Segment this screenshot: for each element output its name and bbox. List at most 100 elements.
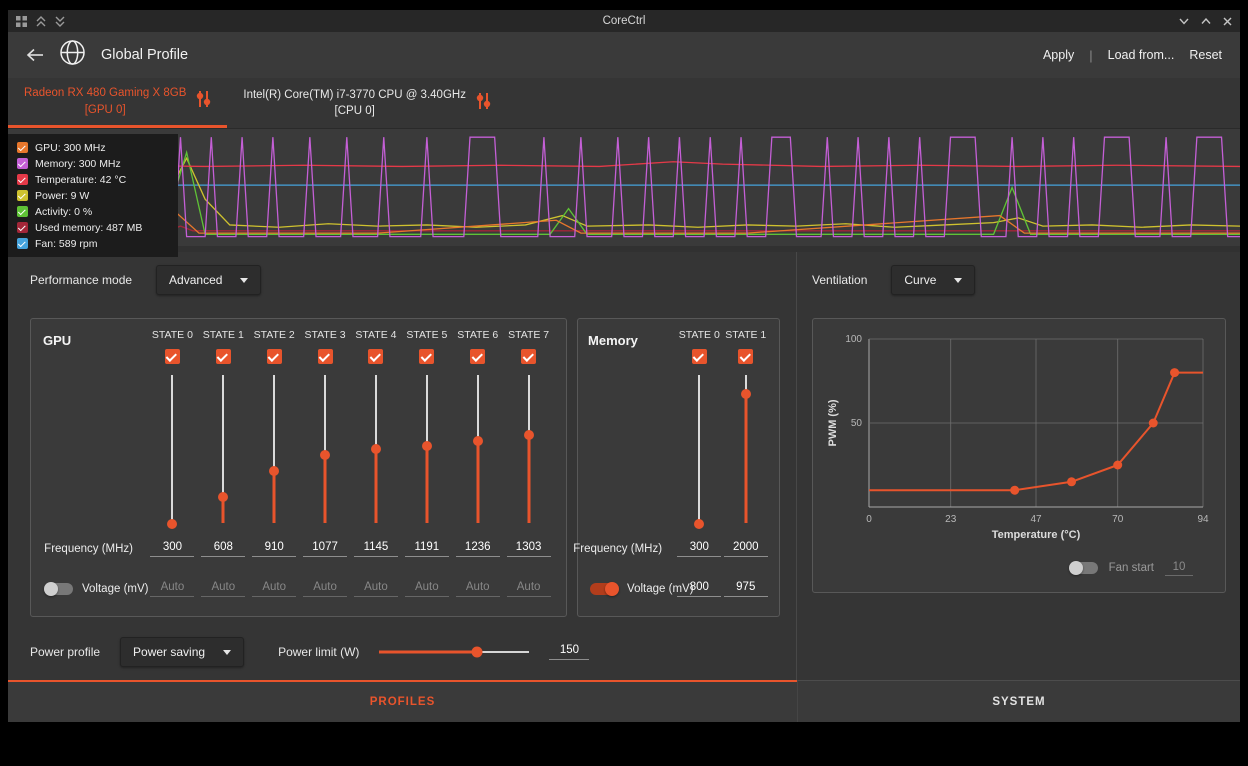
- state-checkbox[interactable]: [419, 349, 434, 364]
- frequency-input[interactable]: 300: [677, 541, 721, 557]
- tab-gpu-device[interactable]: Radeon RX 480 Gaming X 8GB [GPU 0]: [8, 78, 227, 128]
- frequency-slider[interactable]: [723, 371, 769, 527]
- legend-checkbox[interactable]: [17, 238, 28, 249]
- fan-curve-chart[interactable]: 02347709450100PWM (%)Temperature (°C): [823, 327, 1215, 543]
- voltage-input[interactable]: Auto: [405, 581, 449, 597]
- ventilation-mode-dropdown[interactable]: Curve: [891, 265, 975, 295]
- slider-handle[interactable]: [524, 430, 534, 440]
- legend-checkbox[interactable]: [17, 158, 28, 169]
- tab-profiles[interactable]: PROFILES: [8, 680, 797, 722]
- legend-checkbox[interactable]: [17, 206, 28, 217]
- fan-curve-point[interactable]: [1149, 419, 1158, 428]
- slider-handle[interactable]: [218, 492, 228, 502]
- frequency-input[interactable]: 300: [150, 541, 194, 557]
- slider-handle[interactable]: [422, 441, 432, 451]
- close-icon[interactable]: [1223, 17, 1232, 26]
- state-checkbox[interactable]: [738, 349, 753, 364]
- state-checkbox[interactable]: [267, 349, 282, 364]
- tab-system[interactable]: SYSTEM: [797, 680, 1240, 722]
- power-profile-dropdown[interactable]: Power saving: [120, 637, 244, 667]
- frequency-input[interactable]: 1236: [456, 541, 500, 557]
- maximize-icon[interactable]: [1201, 18, 1211, 25]
- power-profile-value: Power saving: [133, 645, 205, 659]
- frequency-slider[interactable]: [198, 371, 249, 527]
- power-limit-label: Power limit (W): [278, 645, 359, 659]
- voltage-input[interactable]: Auto: [201, 581, 245, 597]
- apps-grid-icon[interactable]: [16, 16, 27, 27]
- frequency-input[interactable]: 1191: [405, 541, 449, 557]
- chevrons-up-icon[interactable]: [36, 16, 46, 27]
- state-checkbox[interactable]: [521, 349, 536, 364]
- frequency-slider[interactable]: [147, 371, 198, 527]
- voltage-input[interactable]: Auto: [252, 581, 296, 597]
- frequency-input[interactable]: 1077: [303, 541, 347, 557]
- frequency-input[interactable]: 910: [252, 541, 296, 557]
- legend-checkbox[interactable]: [17, 190, 28, 201]
- state-checkbox[interactable]: [470, 349, 485, 364]
- slider-handle[interactable]: [694, 519, 704, 529]
- legend-checkbox[interactable]: [17, 174, 28, 185]
- legend-checkbox[interactable]: [17, 142, 28, 153]
- voltage-input[interactable]: 800: [677, 581, 721, 597]
- fan-curve-point[interactable]: [1010, 486, 1019, 495]
- frequency-input[interactable]: 1145: [354, 541, 398, 557]
- state-label: STATE 1: [725, 329, 766, 341]
- fan-start-input[interactable]: 10: [1165, 561, 1193, 576]
- legend-label: Temperature: 42 °C: [35, 174, 126, 186]
- slider-track: [698, 375, 700, 523]
- power-limit-slider[interactable]: [379, 646, 529, 658]
- slider-handle[interactable]: [320, 450, 330, 460]
- fan-curve-point[interactable]: [1113, 461, 1122, 470]
- slider-handle[interactable]: [269, 466, 279, 476]
- voltage-input[interactable]: Auto: [303, 581, 347, 597]
- frequency-value-cell: 300: [147, 541, 198, 557]
- state-label: STATE 2: [254, 329, 295, 341]
- frequency-slider[interactable]: [249, 371, 300, 527]
- header-divider: |: [1089, 48, 1092, 63]
- slider-handle[interactable]: [473, 436, 483, 446]
- page-title: Global Profile: [101, 47, 188, 63]
- power-limit-input[interactable]: 150: [549, 644, 589, 660]
- voltage-input[interactable]: Auto: [507, 581, 551, 597]
- voltage-input[interactable]: Auto: [354, 581, 398, 597]
- fan-start-toggle[interactable]: [1070, 562, 1098, 574]
- voltage-toggle[interactable]: [590, 583, 618, 595]
- x-tick-label: 94: [1197, 514, 1209, 525]
- chevron-down-icon: [223, 650, 231, 655]
- state-checkbox[interactable]: [368, 349, 383, 364]
- fan-curve-point[interactable]: [1067, 477, 1076, 486]
- state-checkbox[interactable]: [318, 349, 333, 364]
- frequency-input[interactable]: 2000: [724, 541, 768, 557]
- voltage-toggle[interactable]: [45, 583, 73, 595]
- slider-handle[interactable]: [471, 647, 482, 658]
- minimize-icon[interactable]: [1179, 18, 1189, 25]
- load-from-button[interactable]: Load from...: [1108, 48, 1175, 62]
- frequency-slider[interactable]: [452, 371, 503, 527]
- frequency-slider[interactable]: [351, 371, 402, 527]
- reset-button[interactable]: Reset: [1189, 48, 1222, 62]
- state-checkbox[interactable]: [216, 349, 231, 364]
- state-column-header: STATE 0: [147, 327, 198, 364]
- frequency-input[interactable]: 1303: [507, 541, 551, 557]
- slider-handle[interactable]: [371, 444, 381, 454]
- voltage-input[interactable]: Auto: [150, 581, 194, 597]
- frequency-slider[interactable]: [676, 371, 722, 527]
- chevrons-down-icon[interactable]: [55, 16, 65, 27]
- tab-cpu-device[interactable]: Intel(R) Core(TM) i7-3770 CPU @ 3.40GHz …: [227, 78, 507, 128]
- fan-curve-point[interactable]: [1170, 368, 1179, 377]
- performance-mode-dropdown[interactable]: Advanced: [156, 265, 261, 295]
- state-checkbox[interactable]: [692, 349, 707, 364]
- state-checkbox[interactable]: [165, 349, 180, 364]
- slider-handle[interactable]: [741, 389, 751, 399]
- legend-checkbox[interactable]: [17, 222, 28, 233]
- voltage-input[interactable]: 975: [724, 581, 768, 597]
- apply-button[interactable]: Apply: [1043, 48, 1074, 62]
- back-button[interactable]: [26, 48, 44, 62]
- frequency-slider[interactable]: [300, 371, 351, 527]
- frequency-slider[interactable]: [401, 371, 452, 527]
- voltage-input[interactable]: Auto: [456, 581, 500, 597]
- frequency-input[interactable]: 608: [201, 541, 245, 557]
- slider-handle[interactable]: [167, 519, 177, 529]
- voltage-value-cell: Auto: [198, 581, 249, 597]
- frequency-slider[interactable]: [503, 371, 554, 527]
